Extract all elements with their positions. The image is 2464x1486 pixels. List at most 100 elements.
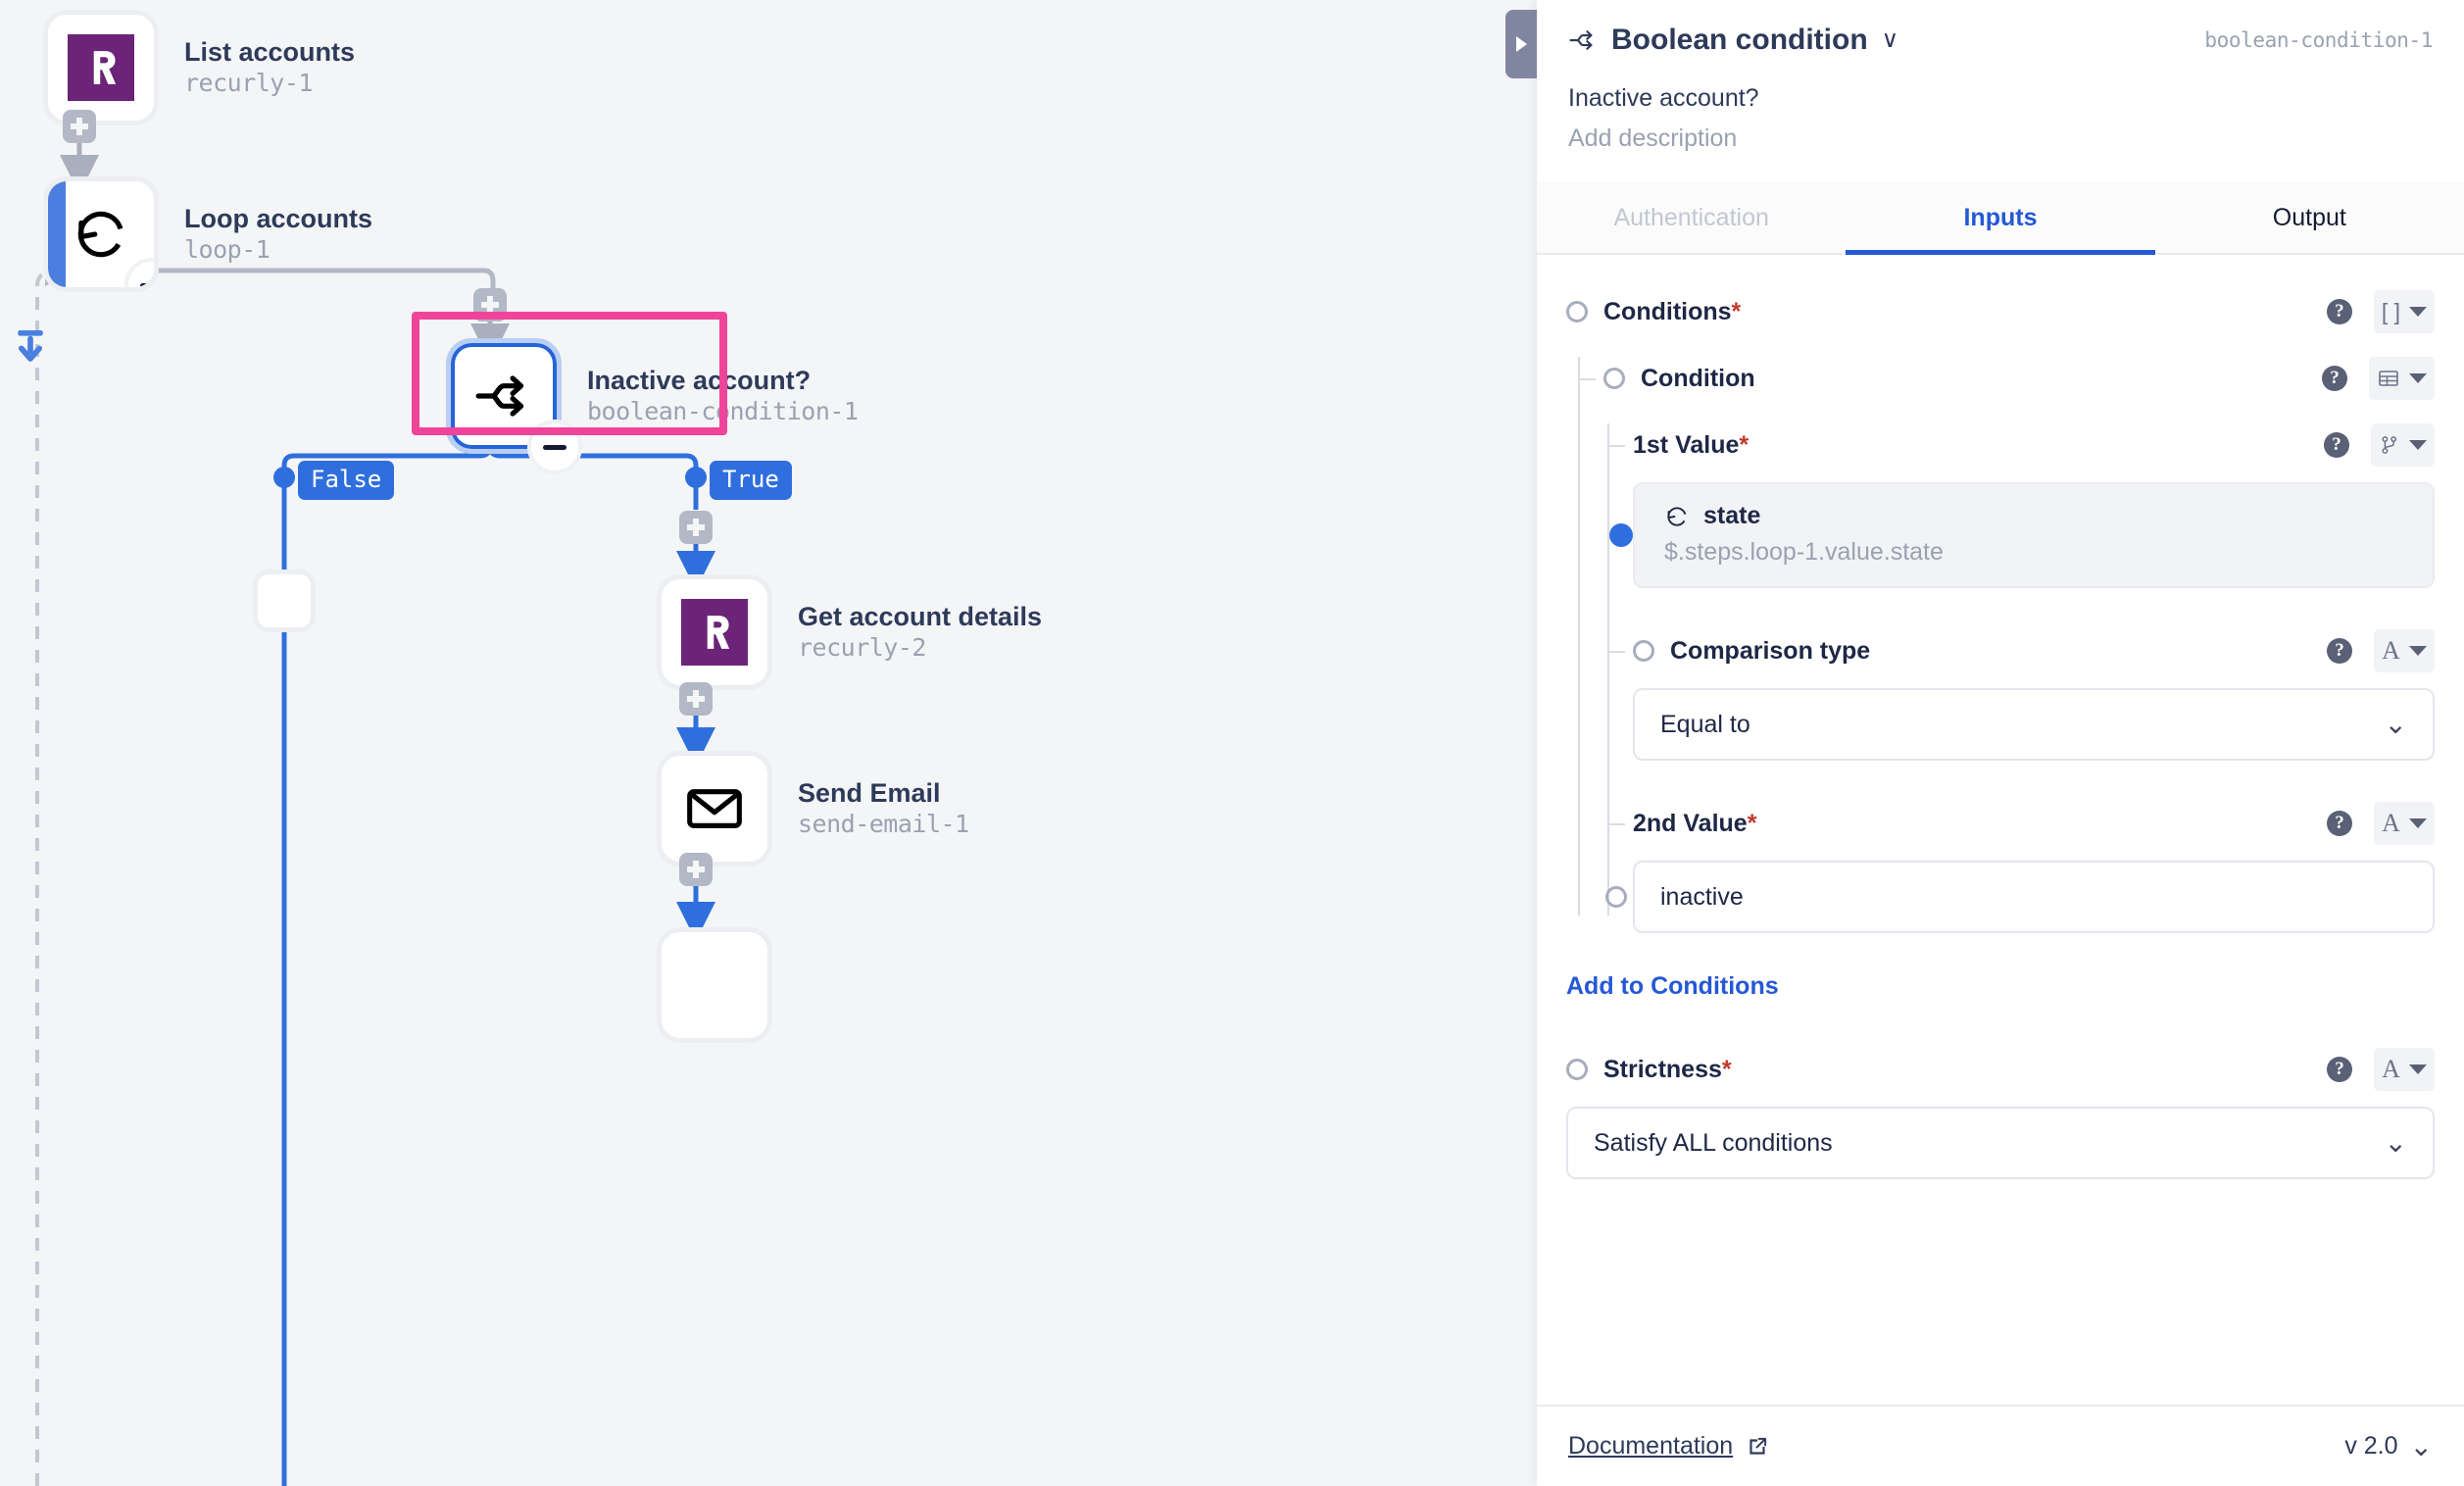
collapse-node-button[interactable] <box>527 420 582 474</box>
tab-authentication[interactable]: Authentication <box>1537 182 1846 253</box>
first-value-type-selector[interactable] <box>2371 423 2435 467</box>
version-label: v 2.0 <box>2344 1432 2398 1460</box>
second-value-type-selector[interactable]: A <box>2374 802 2435 845</box>
jump-to-icon[interactable] <box>14 328 47 371</box>
strictness-toggle-icon[interactable] <box>1566 1059 1588 1080</box>
node-list-accounts[interactable]: List accounts recurly-1 <box>43 10 355 125</box>
node-placeholder[interactable] <box>253 570 316 632</box>
workflow-builder-app: List accounts recurly-1 Loop accounts lo… <box>0 0 2464 1486</box>
condition-label: Condition <box>1641 364 1755 392</box>
strictness-type-selector[interactable]: A <box>2374 1048 2435 1091</box>
field-first-value: 1st Value* ? state $.steps.loop-1.value.… <box>1607 423 2435 588</box>
help-icon[interactable]: ? <box>2322 366 2347 391</box>
caret-down-icon <box>2409 440 2427 450</box>
conditions-toggle-icon[interactable] <box>1566 301 1588 322</box>
node-subtitle: recurly-2 <box>798 633 926 663</box>
node-icon-box[interactable] <box>43 176 159 292</box>
branch-icon <box>475 375 524 417</box>
node-title: Loop accounts <box>184 204 373 234</box>
strictness-value: Satisfy ALL conditions <box>1594 1128 1833 1157</box>
node-inactive-account[interactable]: Inactive account? boolean-condition-1 <box>446 338 859 474</box>
field-conditions: Conditions* ? [ ] <box>1566 290 2435 333</box>
panel-tabs: Authentication Inputs Output <box>1537 182 2464 255</box>
first-value-reference-chip[interactable]: state $.steps.loop-1.value.state <box>1609 482 2435 588</box>
chevron-down-icon[interactable]: ∨ <box>1882 28 1899 52</box>
panel-title-group[interactable]: Boolean condition ∨ <box>1568 24 1898 57</box>
true-branch-dot[interactable] <box>685 467 707 488</box>
panel-footer: Documentation v 2.0 ⌄ <box>1537 1405 2464 1486</box>
node-icon-box[interactable] <box>657 574 772 690</box>
chevron-down-icon: ⌄ <box>2384 709 2407 739</box>
reference-name: state <box>1703 502 1761 529</box>
strictness-select[interactable]: Satisfy ALL conditions ⌄ <box>1566 1107 2435 1179</box>
node-title: Send Email <box>798 778 941 809</box>
loop-icon <box>1667 506 1687 526</box>
node-subtitle: loop-1 <box>184 235 271 265</box>
conditions-tree: Condition ? 1st Value* ? state $.steps.l… <box>1578 357 2435 933</box>
node-icon-box[interactable] <box>657 751 772 867</box>
node-title: Get account details <box>798 602 1043 632</box>
help-icon[interactable]: ? <box>2327 811 2352 836</box>
help-icon[interactable]: ? <box>2327 1057 2352 1082</box>
branch-icon <box>1569 30 1593 50</box>
node-loop-accounts[interactable]: Loop accounts loop-1 <box>43 176 372 292</box>
field-strictness: Strictness* ? A Satisfy ALL conditions ⌄ <box>1566 1048 2435 1179</box>
chevron-down-icon: ⌄ <box>2409 1430 2433 1461</box>
comparison-type-type-selector[interactable]: A <box>2374 629 2435 672</box>
table-icon <box>2379 371 2398 386</box>
comparison-type-toggle-icon[interactable] <box>1633 640 1654 662</box>
envelope-icon <box>687 789 742 828</box>
node-subtitle: recurly-1 <box>184 69 313 98</box>
node-icon-box[interactable] <box>446 338 582 474</box>
add-step-button[interactable] <box>63 110 96 143</box>
condition-toggle-icon[interactable] <box>1603 368 1625 389</box>
add-step-button[interactable] <box>473 288 507 322</box>
comparison-type-select[interactable]: Equal to ⌄ <box>1633 688 2435 761</box>
node-title: Inactive account? <box>587 366 812 396</box>
recurly-icon <box>68 34 134 101</box>
false-branch-dot[interactable] <box>273 467 295 488</box>
node-title: List accounts <box>184 37 356 68</box>
field-second-value: 2nd Value* ? A inactive <box>1605 802 2435 933</box>
step-name[interactable]: Inactive account? <box>1568 84 2433 113</box>
conditions-label: Conditions* <box>1603 297 1742 325</box>
add-to-conditions-button[interactable]: Add to Conditions <box>1566 972 2435 1001</box>
add-step-button[interactable] <box>679 682 713 716</box>
first-value-label: 1st Value* <box>1633 430 1749 459</box>
tab-output[interactable]: Output <box>2155 182 2464 253</box>
step-description-placeholder[interactable]: Add description <box>1568 124 2433 153</box>
step-id: boolean-condition-1 <box>2204 28 2433 52</box>
second-value-text: inactive <box>1660 882 1744 911</box>
second-value-input[interactable]: inactive <box>1605 861 2435 933</box>
help-icon[interactable]: ? <box>2327 638 2352 664</box>
string-type-glyph: A <box>2382 1055 2400 1083</box>
node-icon-box[interactable] <box>657 927 772 1043</box>
add-step-button[interactable] <box>679 853 713 886</box>
workflow-canvas[interactable]: List accounts recurly-1 Loop accounts lo… <box>0 0 1537 1486</box>
node-get-account-details[interactable]: Get account details recurly-2 <box>657 574 1042 690</box>
node-labels: Get account details recurly-2 <box>798 602 1042 662</box>
node-labels: Send Email send-email-1 <box>798 778 969 838</box>
node-labels: Inactive account? boolean-condition-1 <box>587 366 859 425</box>
array-type-glyph: [ ] <box>2381 298 2400 324</box>
version-selector[interactable]: v 2.0 ⌄ <box>2344 1432 2433 1461</box>
tab-inputs[interactable]: Inputs <box>1846 182 2155 255</box>
second-value-label: 2nd Value* <box>1633 809 1757 837</box>
true-branch-label: True <box>710 461 792 500</box>
node-icon-box[interactable] <box>43 10 159 125</box>
node-labels: List accounts recurly-1 <box>184 37 355 97</box>
documentation-link[interactable]: Documentation <box>1568 1432 1770 1461</box>
help-icon[interactable]: ? <box>2326 299 2352 324</box>
panel-expand-handle[interactable] <box>1505 10 1537 78</box>
add-step-button[interactable] <box>679 511 713 544</box>
node-send-email[interactable]: Send Email send-email-1 <box>657 751 969 867</box>
help-icon[interactable]: ? <box>2324 432 2349 458</box>
node-next-partial[interactable] <box>657 927 772 1043</box>
recurly-icon <box>681 599 748 666</box>
condition-type-selector[interactable] <box>2369 357 2435 400</box>
caret-down-icon <box>2408 818 2427 828</box>
panel-header: Boolean condition ∨ boolean-condition-1 … <box>1537 0 2464 153</box>
caret-down-icon <box>2408 1065 2427 1074</box>
second-value-toggle-icon[interactable] <box>1605 886 1627 908</box>
conditions-type-selector[interactable]: [ ] <box>2373 290 2435 333</box>
